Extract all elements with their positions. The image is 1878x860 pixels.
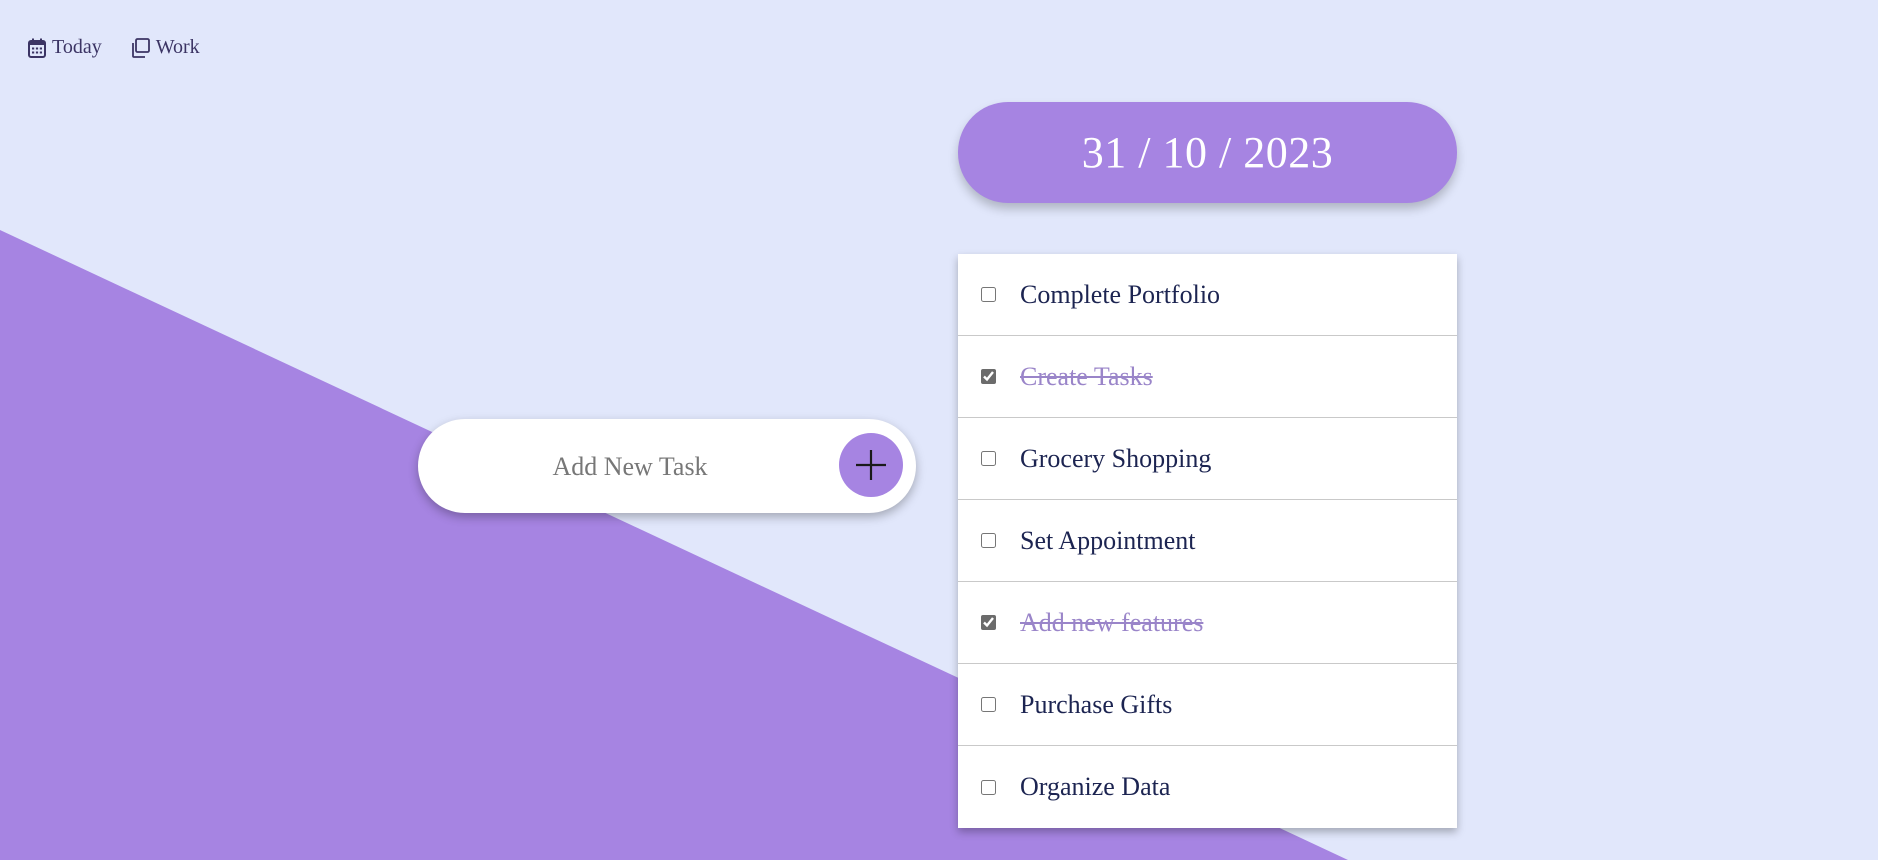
task-label: Organize Data <box>1020 772 1171 801</box>
add-task-box <box>418 419 916 513</box>
task-item[interactable]: Create Tasks <box>958 336 1457 418</box>
task-label: Set Appointment <box>1020 525 1196 555</box>
task-label: Complete Portfolio <box>1020 279 1221 309</box>
add-task-input[interactable] <box>458 431 802 503</box>
top-nav: Today Work <box>28 36 200 59</box>
task-item[interactable]: Organize Data <box>958 746 1457 828</box>
task-item[interactable]: Complete Portfolio <box>958 254 1457 336</box>
task-checkbox[interactable] <box>981 287 996 302</box>
date-display: 31 / 10 / 2023 <box>958 102 1457 203</box>
calendar-icon <box>28 38 46 58</box>
nav-item-work[interactable]: Work <box>130 36 200 59</box>
task-list: Complete Portfolio Create Tasks Grocery Sh… <box>958 254 1457 828</box>
task-checkbox[interactable] <box>981 369 996 384</box>
task-item[interactable]: Add new features <box>958 582 1457 664</box>
task-item[interactable]: Grocery Shopping <box>958 418 1457 500</box>
add-task-button[interactable] <box>839 433 903 497</box>
nav-item-today[interactable]: Today <box>28 36 102 59</box>
task-checkbox[interactable] <box>981 533 996 548</box>
background-diagonal-shape <box>0 230 1348 860</box>
task-label: Purchase Gifts <box>1020 689 1173 719</box>
date-text: 31 / 10 / 2023 <box>1081 128 1334 177</box>
task-label: Add new features <box>1020 607 1204 637</box>
task-item[interactable]: Set Appointment <box>958 500 1457 582</box>
task-checkbox[interactable] <box>981 451 996 466</box>
nav-item-label: Today <box>52 36 102 58</box>
copy-icon <box>130 37 150 58</box>
task-item[interactable]: Purchase Gifts <box>958 664 1457 746</box>
task-label: Create Tasks <box>1020 361 1153 391</box>
task-checkbox[interactable] <box>981 697 996 712</box>
task-checkbox[interactable] <box>981 779 996 795</box>
nav-item-label: Work <box>155 36 200 58</box>
task-checkbox[interactable] <box>981 615 996 630</box>
task-label: Grocery Shopping <box>1020 443 1212 473</box>
